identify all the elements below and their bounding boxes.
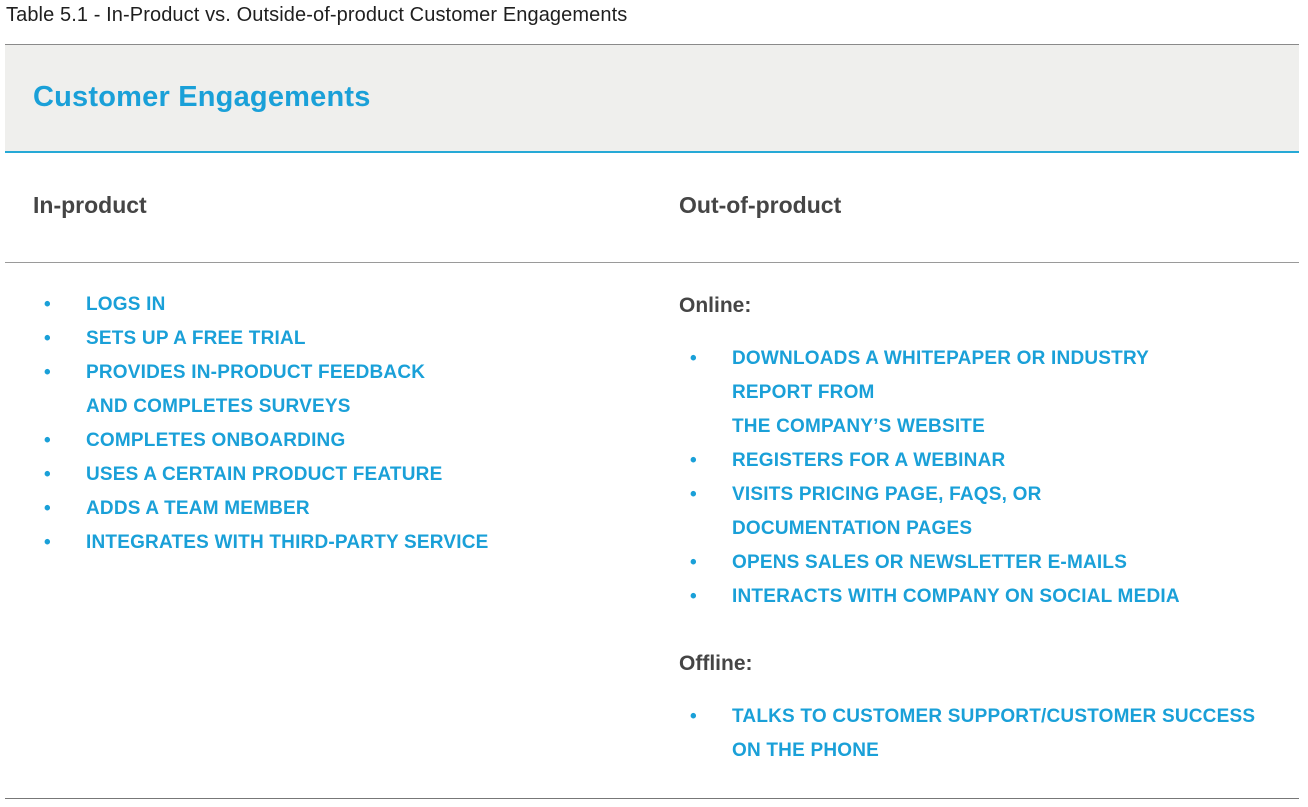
list-item-text: Logs in	[86, 294, 166, 315]
table-banner: Customer Engagements	[5, 44, 1299, 153]
list-item: • Opens sales or newsletter e-mails	[679, 546, 1279, 580]
bullet-icon: •	[690, 450, 697, 471]
list-item: • Integrates with third-party service	[33, 526, 633, 560]
offline-list: • Talks to customer support/customer suc…	[679, 700, 1279, 768]
bullet-icon: •	[690, 484, 697, 505]
list-item-text: Visits pricing page, FAQs, or documentat…	[732, 484, 1042, 539]
bullet-icon: •	[44, 464, 51, 485]
offline-subheading: Offline:	[679, 652, 753, 675]
engagement-table: Customer Engagements In-product Out-of-p…	[5, 44, 1299, 800]
bullet-icon: •	[44, 294, 51, 315]
list-item-text: Downloads a whitepaper or industry repor…	[732, 348, 1150, 437]
list-item-text: Integrates with third-party service	[86, 532, 489, 553]
bullet-icon: •	[690, 552, 697, 573]
bullet-icon: •	[44, 532, 51, 553]
bullet-icon: •	[44, 430, 51, 451]
list-item-text: Registers for a webinar	[732, 450, 1006, 471]
column-heading-out-of-product: Out-of-product	[679, 192, 842, 218]
list-item: • Logs in	[33, 288, 633, 322]
list-item-text: Provides in-product feedback and complet…	[86, 362, 426, 417]
list-item-text: Sets up a free trial	[86, 328, 306, 349]
in-product-list: • Logs in • Sets up a free trial • Provi…	[33, 288, 633, 560]
bullet-icon: •	[690, 706, 697, 727]
list-item-text: Interacts with company on social media	[732, 586, 1180, 607]
list-item: • Interacts with company on social media	[679, 580, 1279, 614]
list-item-text: Completes onboarding	[86, 430, 346, 451]
header-divider	[5, 262, 1299, 263]
list-item: • Talks to customer support/customer suc…	[679, 700, 1279, 768]
bullet-icon: •	[44, 362, 51, 383]
table-caption: Table 5.1 - In-Product vs. Outside-of-pr…	[6, 4, 628, 26]
list-item-text: Talks to customer support/customer succe…	[732, 706, 1256, 761]
bullet-icon: •	[44, 328, 51, 349]
column-heading-in-product: In-product	[33, 192, 147, 218]
banner-title: Customer Engagements	[33, 81, 371, 113]
list-item-text: Adds a team member	[86, 498, 310, 519]
list-item: • Adds a team member	[33, 492, 633, 526]
list-item: • Uses a certain product feature	[33, 458, 633, 492]
list-item: • Registers for a webinar	[679, 444, 1279, 478]
bullet-icon: •	[690, 348, 697, 369]
list-item-text: Opens sales or newsletter e-mails	[732, 552, 1128, 573]
online-subheading: Online:	[679, 294, 752, 317]
list-item-text: Uses a certain product feature	[86, 464, 443, 485]
list-item: • Visits pricing page, FAQs, or document…	[679, 478, 1279, 546]
table-bottom-rule	[5, 798, 1299, 799]
bullet-icon: •	[44, 498, 51, 519]
online-list: • Downloads a whitepaper or industry rep…	[679, 342, 1279, 614]
list-item: • Downloads a whitepaper or industry rep…	[679, 342, 1279, 444]
list-item: • Completes onboarding	[33, 424, 633, 458]
list-item: • Provides in-product feedback and compl…	[33, 356, 633, 424]
list-item: • Sets up a free trial	[33, 322, 633, 356]
bullet-icon: •	[690, 586, 697, 607]
